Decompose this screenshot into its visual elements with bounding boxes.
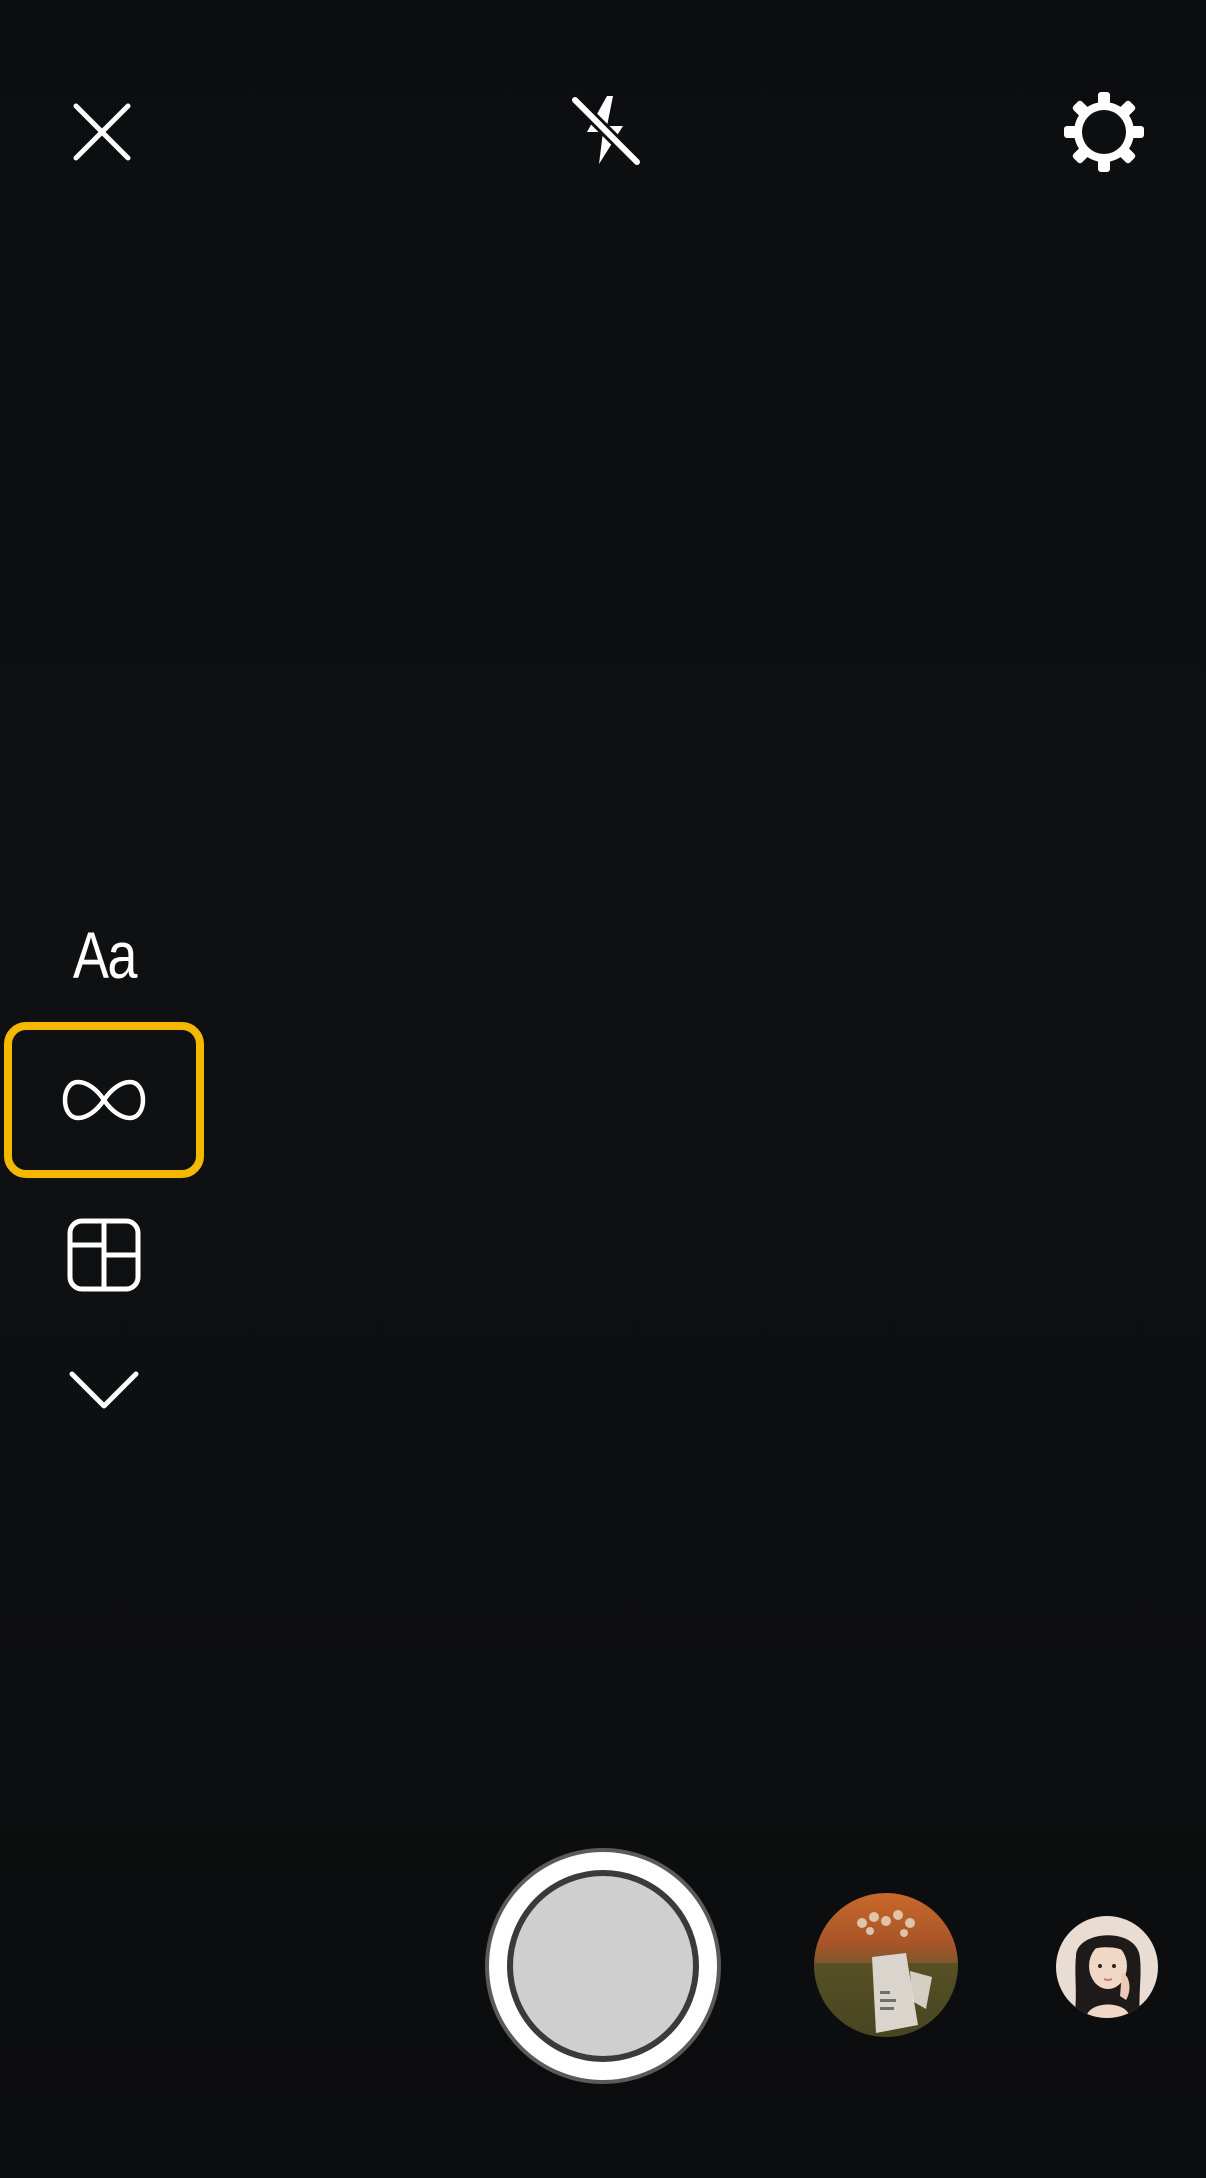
text-mode-button[interactable]: Aa [4,900,204,1010]
shutter-button[interactable] [485,1848,721,2084]
boomerang-mode-button[interactable] [4,1022,204,1178]
gallery-thumbnail[interactable] [814,1893,958,2037]
close-button[interactable] [62,92,142,172]
more-tools-button[interactable] [4,1340,204,1440]
gear-icon [1064,92,1144,172]
close-icon [73,103,131,161]
avatar[interactable] [1056,1916,1158,2018]
avatar-image [1056,1916,1158,2018]
camera-screen: Aa [0,0,1206,2178]
chevron-down-icon [69,1371,139,1409]
infinity-icon [62,1079,146,1121]
layout-grid-icon [67,1218,141,1292]
gallery-image [814,1893,958,2037]
layout-mode-button[interactable] [4,1200,204,1310]
settings-button[interactable] [1060,88,1148,176]
text-mode-label: Aa [72,918,138,992]
shutter-inner [507,1870,699,2062]
flash-off-icon [567,92,643,168]
flash-toggle-button[interactable] [563,88,647,172]
